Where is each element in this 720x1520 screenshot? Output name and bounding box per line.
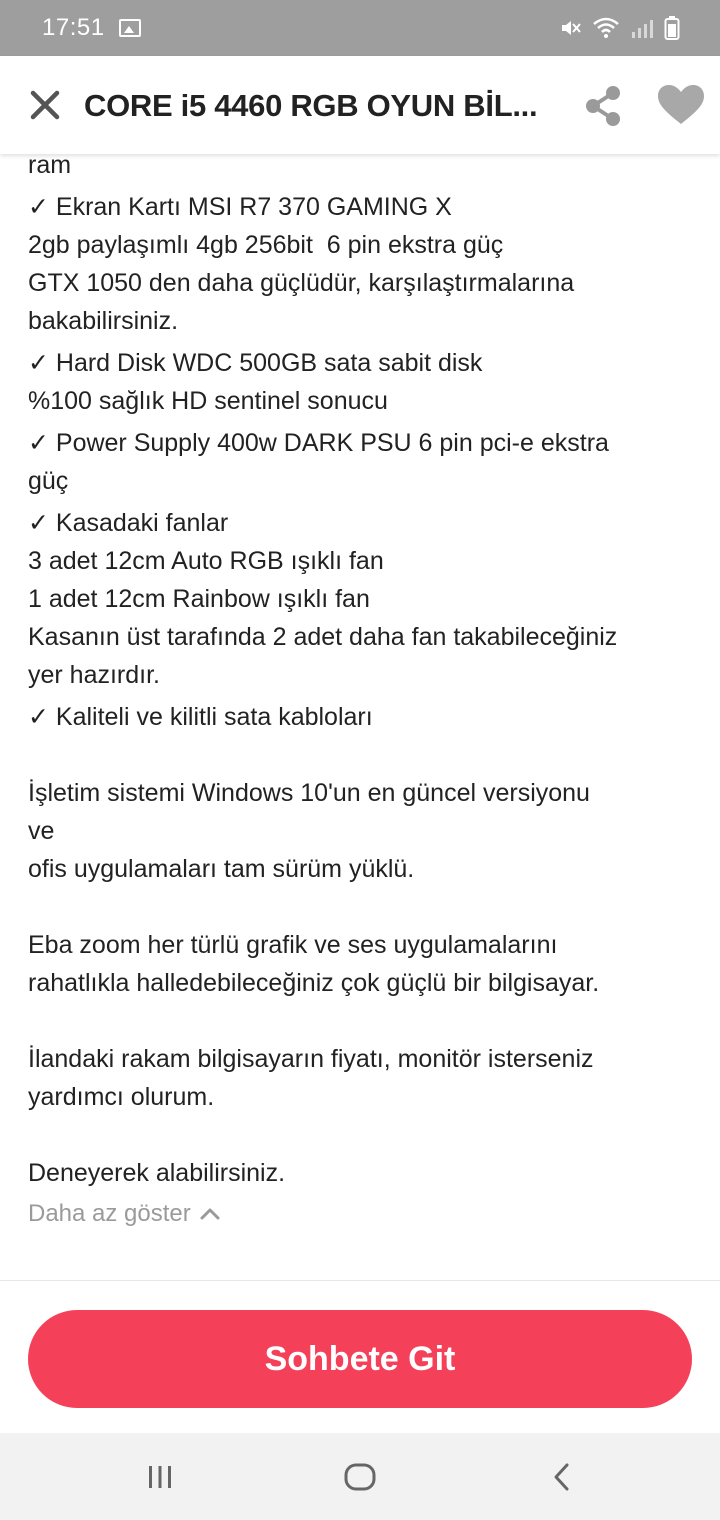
description-line <box>28 888 698 926</box>
recent-apps-button[interactable] <box>138 1455 182 1499</box>
description-line: Deneyerek alabilirsiniz. <box>28 1159 286 1187</box>
back-button[interactable] <box>540 1455 584 1499</box>
description-line: bakabilirsiniz. <box>28 307 179 335</box>
description-line: İşletim sistemi Windows 10'un en güncel … <box>28 779 590 807</box>
description-line: ✓ Kaliteli ve kilitli sata kabloları <box>28 703 373 731</box>
system-nav-bar <box>0 1433 720 1520</box>
description-line: rahatlıkla halledebileceğiniz çok güçlü … <box>28 969 600 997</box>
description-line: ✓ Kasadaki fanlar <box>28 509 229 537</box>
status-time: 17:51 <box>42 14 105 41</box>
favorite-button[interactable] <box>656 84 706 126</box>
description-line <box>28 736 698 774</box>
description-line: yer hazırdır. <box>28 661 160 689</box>
home-icon <box>344 1463 376 1491</box>
description-line: güç <box>28 467 69 495</box>
share-icon <box>586 86 620 126</box>
listing-description: ram ✓ Ekran Kartı MSI R7 370 GAMING X 2g… <box>28 146 698 1192</box>
battery-icon <box>664 16 680 40</box>
listing-title: CORE i5 4460 RGB OYUN BİL... <box>84 88 538 123</box>
description-line: İlandaki rakam bilgisayarın fiyatı, moni… <box>28 1045 594 1073</box>
description-line: yardımcı olurum. <box>28 1083 215 1111</box>
close-icon <box>30 90 60 120</box>
chevron-up-icon <box>200 1208 220 1220</box>
home-button[interactable] <box>338 1455 382 1499</box>
description-line: Kasanın üst tarafında 2 adet daha fan ta… <box>28 623 618 651</box>
recent-apps-icon <box>149 1466 171 1488</box>
description-line: ✓ Hard Disk WDC 500GB sata sabit disk <box>28 349 483 377</box>
image-notification-icon <box>118 19 141 37</box>
share-button[interactable] <box>583 84 623 128</box>
description-line: Eba zoom her türlü grafik ve ses uygulam… <box>28 931 558 959</box>
mute-icon <box>562 21 581 35</box>
description-line <box>28 1002 698 1040</box>
description-line: 2gb paylaşımlı 4gb 256bit 6 pin ekstra g… <box>28 231 504 259</box>
description-line: GTX 1050 den daha güçlüdür, karşılaştırm… <box>28 269 575 297</box>
description-line: ✓ Power Supply 400w DARK PSU 6 pin pci-e… <box>28 429 609 457</box>
go-to-chat-button[interactable]: Sohbete Git <box>28 1310 692 1408</box>
description-line: 1 adet 12cm Rainbow ışıklı fan <box>28 585 370 613</box>
status-icons <box>558 15 680 41</box>
divider <box>0 1280 720 1281</box>
signal-icon <box>632 20 653 38</box>
description-line: ve <box>28 817 55 845</box>
description-line: ✓ Ekran Kartı MSI R7 370 GAMING X <box>28 193 452 221</box>
wifi-icon <box>593 17 619 38</box>
description-line: ofis uygulamaları tam sürüm yüklü. <box>28 855 415 883</box>
show-less-button[interactable]: Daha az göster <box>28 1200 221 1228</box>
close-button[interactable] <box>26 86 64 124</box>
show-less-label: Daha az göster <box>28 1200 191 1227</box>
description-line <box>28 1116 698 1154</box>
description-line: %100 sağlık HD sentinel sonucu <box>28 387 388 415</box>
description-line: 3 adet 12cm Auto RGB ışıklı fan <box>28 547 384 575</box>
back-icon <box>554 1463 569 1491</box>
status-bar: 17:51 <box>0 0 720 56</box>
heart-icon <box>658 85 704 124</box>
